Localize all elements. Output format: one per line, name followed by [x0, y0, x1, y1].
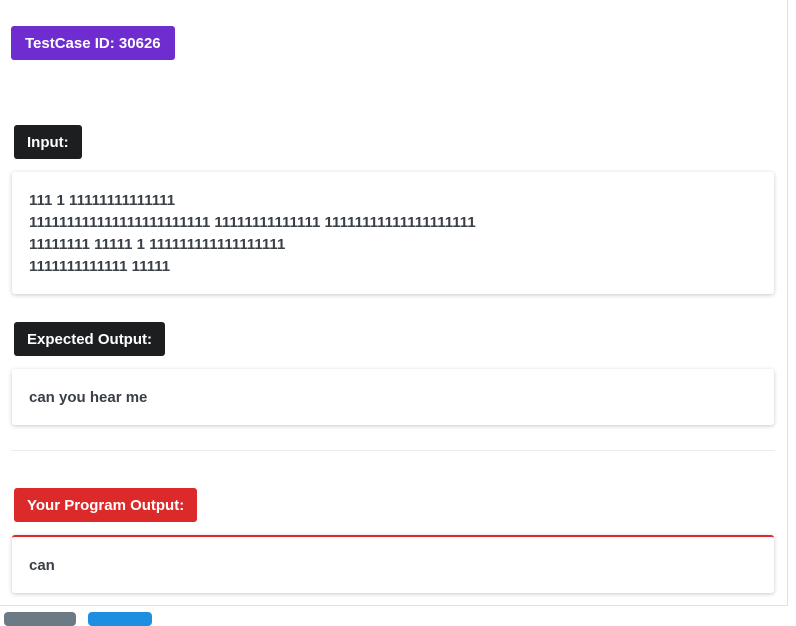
- primary-button[interactable]: [88, 612, 152, 626]
- input-line: 11111111 11111 1 111111111111111111: [29, 236, 286, 253]
- input-label-badge: Input:: [14, 125, 82, 159]
- program-output-box: can: [12, 535, 774, 593]
- input-line: 111111111111111111111111 11111111111111 …: [29, 214, 476, 231]
- testcase-id-badge: TestCase ID: 30626: [11, 26, 175, 60]
- expected-output-label-badge: Expected Output:: [14, 322, 166, 356]
- program-output-value: can: [29, 557, 55, 574]
- expected-output-box: can you hear me: [12, 369, 774, 425]
- section-divider: [11, 450, 775, 451]
- secondary-button[interactable]: [4, 612, 76, 626]
- input-line: 1111111111111 11111: [29, 258, 171, 275]
- program-output-label-badge: Your Program Output:: [14, 488, 198, 522]
- expected-output-value: can you hear me: [29, 389, 148, 406]
- input-line: 111 1 11111111111111: [29, 192, 176, 209]
- input-box: 111 1 11111111111111 1111111111111111111…: [12, 172, 774, 294]
